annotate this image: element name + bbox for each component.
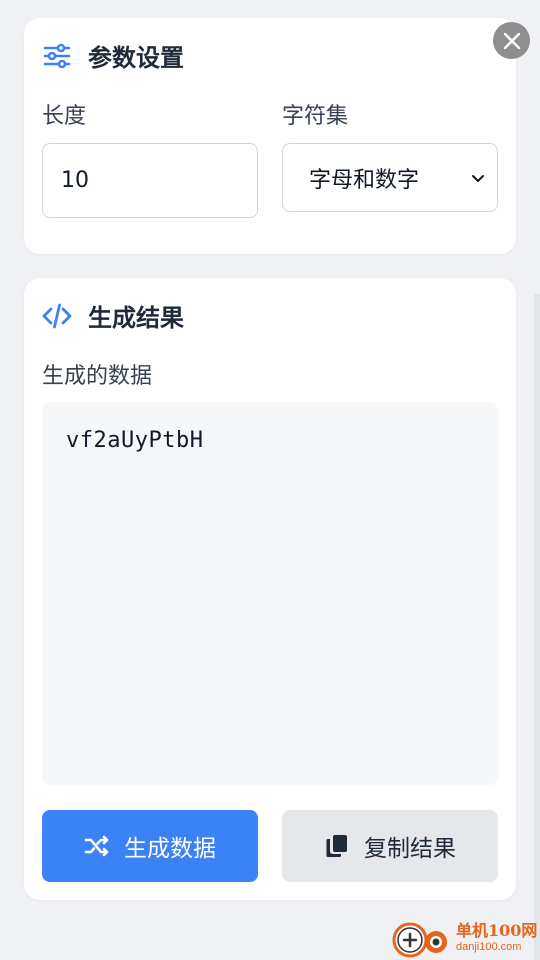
copy-button[interactable]: 复制结果 (282, 810, 498, 882)
result-card-title: 生成结果 (42, 298, 184, 333)
charset-label: 字符集 (282, 104, 349, 129)
copy-button-label: 复制结果 (364, 836, 456, 862)
generate-button[interactable]: 生成数据 (42, 810, 258, 882)
length-input-value: 10 (61, 168, 89, 193)
params-card-title: 参数设置 (42, 38, 184, 73)
shuffle-icon (84, 833, 110, 859)
close-button[interactable] (493, 22, 530, 59)
chevron-down-icon (469, 169, 487, 187)
length-input[interactable]: 10 (42, 143, 258, 218)
page: 参数设置 长度 字符集 10 字母和数字 生成结果 生成的数据 vf2aUyPt… (0, 0, 540, 960)
watermark-main-text: 单机100网 (456, 921, 538, 940)
charset-select[interactable]: 字母和数字 (282, 143, 498, 212)
output-textarea[interactable]: vf2aUyPtbH (42, 402, 498, 785)
charset-selected-value: 字母和数字 (309, 167, 420, 193)
watermark-logo-icon (390, 916, 454, 960)
scrollbar-track[interactable] (534, 294, 540, 960)
result-title-text: 生成结果 (88, 304, 184, 332)
sliders-icon (42, 41, 72, 71)
length-label: 长度 (42, 104, 87, 129)
watermark: 单机100网 danji100.com (390, 916, 540, 960)
copy-icon (324, 833, 350, 859)
watermark-sub-text: danji100.com (456, 941, 522, 953)
params-title-text: 参数设置 (88, 44, 184, 72)
watermark-text: 单机100网 danji100.com (456, 923, 537, 953)
output-value: vf2aUyPtbH (66, 428, 204, 453)
generate-button-label: 生成数据 (124, 836, 216, 862)
close-icon (502, 31, 522, 51)
code-icon (42, 301, 72, 331)
output-label: 生成的数据 (42, 364, 153, 389)
result-card: 生成结果 生成的数据 vf2aUyPtbH 生成数据 复制结果 (24, 278, 516, 900)
params-card: 参数设置 长度 字符集 10 字母和数字 (24, 18, 530, 254)
